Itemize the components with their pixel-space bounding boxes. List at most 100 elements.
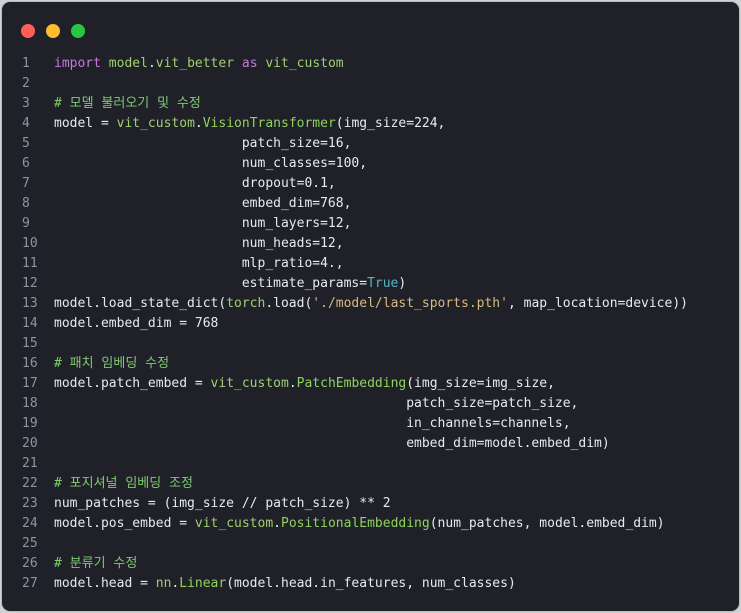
code-line: 5 patch_size=16, [2,134,739,154]
code-text: # 포지셔널 임베딩 조정 [54,474,193,494]
code-line: 1 import model.vit_better as vit_custom [2,54,739,74]
code-token: nn [155,576,172,591]
line-number: 6 [22,156,30,171]
code-token: model.patch_embed = [54,376,211,391]
code-text: in_channels=channels, [54,414,571,434]
code-line: 25 [2,534,739,554]
code-token: num_layers=12, [54,216,352,231]
code-line: 19 in_channels=channels, [2,414,739,434]
code-token: . [288,376,297,391]
code-token: PositionalEmbedding [281,516,430,531]
code-text: dropout=0.1, [54,174,336,194]
code-line: 23 num_patches = (img_size // patch_size)… [2,494,739,514]
code-line: 9 num_layers=12, [2,214,739,234]
code-token: PatchEmbedding [296,376,407,391]
code-line: 2 [2,74,739,94]
code-text: patch_size=patch_size, [54,394,578,414]
code-token: in_channels=channels, [54,416,571,431]
code-line: 10 num_heads=12, [2,234,739,254]
code-token: num_heads=12, [54,236,344,251]
code-token: , map_location=device)) [507,296,688,311]
code-line: 21 [2,454,739,474]
line-number: 24 [22,516,38,531]
code-line: 11 mlp_ratio=4., [2,254,739,274]
line-number: 22 [22,476,38,491]
code-line: 12 estimate_params=True) [2,274,739,294]
code-token: . [194,116,203,131]
code-line: 27 model.head = nn.Linear(model.head.in_f… [2,574,739,594]
code-text: model.head = nn.Linear(model.head.in_fea… [54,574,516,594]
line-number: 15 [22,336,38,351]
code-token: vit_custom [265,56,344,71]
line-number: 12 [22,276,38,291]
line-number: 14 [22,316,38,331]
code-line: 15 [2,334,739,354]
code-token: (num_patches, model.embed_dim) [429,516,665,531]
code-line: 18 patch_size=patch_size, [2,394,739,414]
line-number: 7 [22,176,30,191]
code-token: vit_custom [116,116,195,131]
code-token: model.head = [54,576,156,591]
code-text: num_heads=12, [54,234,344,254]
code-token: vit_custom [194,516,274,531]
code-text: estimate_params=True) [54,274,406,294]
code-token: import [54,56,101,71]
line-number: 17 [22,376,38,391]
code-token: VisionTransformer [202,116,336,131]
line-number: 20 [22,436,38,451]
code-token: embed_dim=768, [54,196,352,211]
code-line: 3 # 모델 불러오기 및 수정 [2,94,739,114]
code-line: 4 model = vit_custom.VisionTransformer(im… [2,114,739,134]
code-token: # 패치 임베딩 수정 [54,356,170,371]
line-number: 5 [22,136,30,151]
line-number: 16 [22,356,38,371]
close-button[interactable] [21,24,35,38]
code-text: model.embed_dim = 768 [54,314,218,334]
line-number: 2 [22,76,30,91]
code-token: patch_size=16, [54,136,352,151]
line-number: 25 [22,536,38,551]
line-number: 11 [22,256,38,271]
code-token: # 포지셔널 임베딩 조정 [54,476,193,491]
code-line: 8 embed_dim=768, [2,194,739,214]
code-line: 6 num_classes=100, [2,154,739,174]
code-line: 14 model.embed_dim = 768 [2,314,739,334]
code-text: # 패치 임베딩 수정 [54,354,169,374]
code-line: 16 # 패치 임베딩 수정 [2,354,739,374]
code-token: estimate_params= [54,276,368,291]
code-text: num_patches = (img_size // patch_size) *… [54,494,391,514]
code-token: (img_size=img_size, [406,376,555,391]
line-number: 13 [22,296,38,311]
code-token: vit_better [155,56,235,71]
code-token: embed_dim=model.embed_dim) [54,436,610,451]
code-text: embed_dim=model.embed_dim) [54,434,610,454]
line-number: 26 [22,556,38,571]
code-token: model = [54,116,117,131]
line-number: 23 [22,496,38,511]
code-line: 26 # 분류기 수정 [2,554,739,574]
minimize-button[interactable] [46,24,60,38]
code-token: num_patches = (img_size // patch_size) *… [54,496,391,511]
code-text: # 모델 불러오기 및 수정 [54,94,201,114]
code-token: torch [226,296,266,311]
code-token: patch_size=patch_size, [54,396,579,411]
code-text: embed_dim=768, [54,194,352,214]
code-token: . [273,516,281,531]
code-token: True [367,276,399,291]
code-token: model.embed_dim = 768 [54,316,219,331]
code-token: vit_custom [210,376,289,391]
code-token: mlp_ratio=4., [54,256,344,271]
code-text: patch_size=16, [54,134,352,154]
code-token: (img_size=224, [335,116,446,131]
code-token: # 분류기 수정 [54,556,138,571]
code-line: 7 dropout=0.1, [2,174,739,194]
code-token: # 모델 불러오기 및 수정 [54,96,201,111]
maximize-button[interactable] [71,24,85,38]
code-text: # 분류기 수정 [54,554,137,574]
line-number: 3 [22,96,30,111]
code-text: num_classes=100, [54,154,367,174]
code-text: mlp_ratio=4., [54,254,344,274]
line-number: 18 [22,396,38,411]
